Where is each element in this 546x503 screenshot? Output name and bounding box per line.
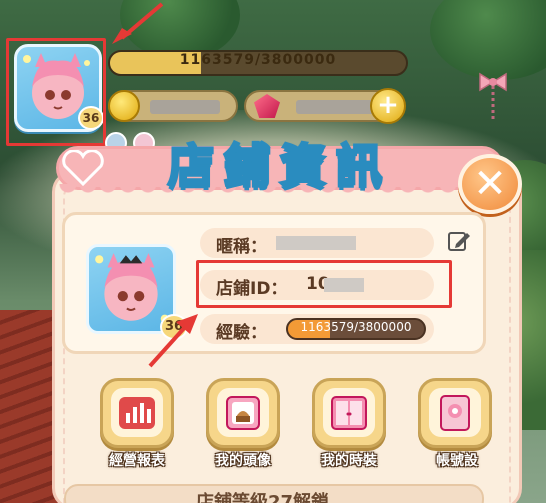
my-avatar-label: 我的頭像 (215, 453, 271, 469)
wardrobe-icon (331, 396, 367, 430)
coin-balance (108, 90, 238, 122)
portrait-icon (226, 396, 260, 430)
nickname-label: 暱稱： (216, 237, 267, 257)
exp-row: 經驗： 1163579/3800000 (200, 314, 434, 344)
gem-value-redacted (296, 100, 376, 114)
avatar-highlight-box (6, 38, 106, 146)
nickname-row: 暱稱： (200, 228, 434, 258)
business-report-label: 經營報表 (109, 453, 165, 469)
profile-exp-text: 1163579/3800000 (300, 320, 412, 334)
my-fashion-button[interactable] (312, 378, 386, 448)
close-button[interactable]: ✕ (458, 154, 522, 214)
exp-label: 經驗： (216, 323, 267, 343)
panel-title: 店鋪資訊 (167, 138, 392, 195)
edit-icon[interactable] (446, 228, 472, 254)
account-icon (440, 395, 470, 431)
account-settings-label: 帳號設 (436, 453, 478, 469)
hud-exp-bar: 1163579/3800000 (108, 50, 408, 76)
business-report-button[interactable] (100, 378, 174, 448)
red-arrow-icon (112, 2, 164, 44)
my-fashion-label: 我的時裝 (321, 453, 377, 469)
nickname-value-redacted (276, 236, 356, 250)
hud-exp-text: 1163579/3800000 (179, 52, 337, 68)
unlock-text: 店鋪等級27解鎖 (196, 492, 330, 503)
chart-icon (119, 397, 155, 429)
coin-icon (108, 90, 140, 122)
gem-icon (254, 94, 280, 118)
heart-icon (62, 150, 104, 186)
store-id-highlight-box (196, 260, 452, 308)
unlock-banner: 店鋪等級27解鎖 (64, 484, 484, 503)
add-gems-button[interactable]: + (370, 88, 406, 124)
my-avatar-button[interactable] (206, 378, 280, 448)
account-settings-button[interactable] (418, 378, 492, 448)
profile-exp-bar: 1163579/3800000 (286, 318, 426, 340)
red-arrow-icon (148, 314, 198, 368)
coin-value-redacted (150, 100, 220, 114)
bow-ribbon-icon[interactable] (476, 70, 510, 122)
